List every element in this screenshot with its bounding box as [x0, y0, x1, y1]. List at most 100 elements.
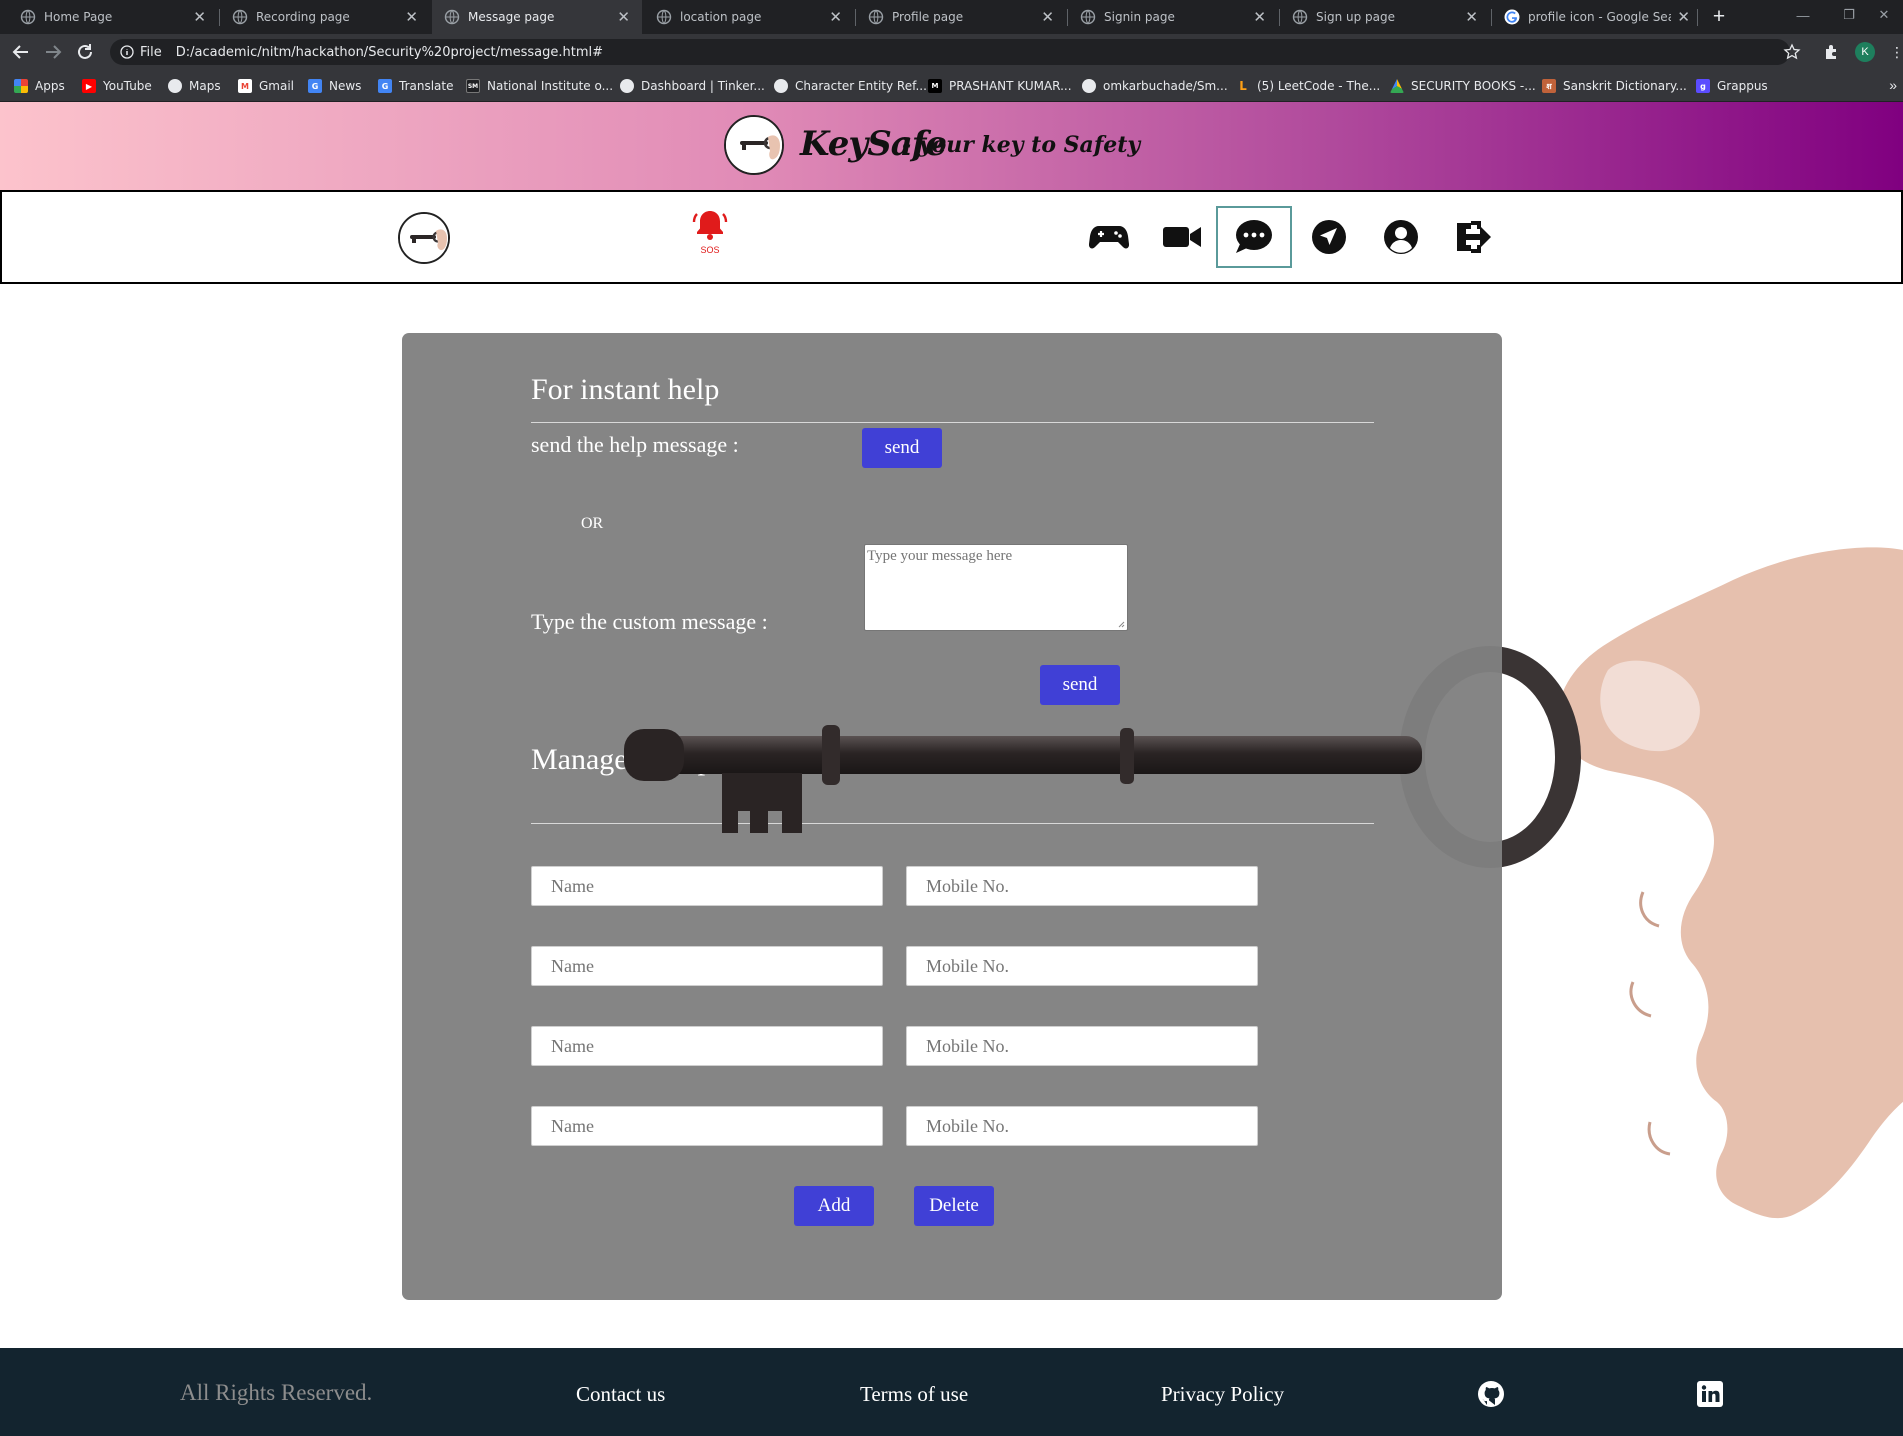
browser-tab-google-search[interactable]: profile icon - Google Search ✕	[1492, 0, 1702, 34]
bookmark-maps[interactable]: Maps	[168, 70, 221, 102]
new-tab-plus-icon[interactable]: +	[1706, 0, 1732, 34]
browser-tab-signup[interactable]: Sign up page ✕	[1280, 0, 1490, 34]
custom-message-textarea[interactable]: Type your message here	[864, 544, 1128, 631]
sos-label: SOS	[700, 245, 720, 255]
key-in-hand-icon	[726, 117, 782, 173]
terms-of-use-link[interactable]: Terms of use	[860, 1382, 968, 1407]
browser-tab-recording[interactable]: Recording page ✕	[220, 0, 430, 34]
page-viewport: KeySafe - your key to Safety SOS For ins…	[0, 102, 1903, 1436]
drive-icon	[1390, 79, 1404, 93]
gamepad-icon	[1089, 226, 1129, 249]
youtube-icon: ▶	[82, 79, 96, 93]
nav-recording[interactable]	[1157, 212, 1207, 262]
forward-arrow-icon[interactable]	[42, 41, 64, 63]
address-bar[interactable]: File D:/academic/nitm/hackathon/Security…	[110, 39, 1790, 65]
tab-title: profile icon - Google Search	[1528, 10, 1672, 24]
bookmark-tinkercad[interactable]: Dashboard | Tinker...	[620, 70, 765, 102]
nav-games[interactable]	[1084, 212, 1134, 262]
bookmark-translate[interactable]: G Translate	[378, 70, 454, 102]
contact-us-link[interactable]: Contact us	[576, 1382, 665, 1407]
contact-mobile-input[interactable]: Mobile No.	[906, 1106, 1258, 1146]
medium-icon: M	[928, 79, 942, 93]
bookmark-github[interactable]: omkarbuchade/Sm...	[1082, 70, 1228, 102]
section-divider	[531, 823, 1374, 824]
bookmark-label: Gmail	[259, 79, 295, 93]
bookmark-medium[interactable]: M PRASHANT KUMAR...	[928, 70, 1072, 102]
tab-title: Home Page	[44, 10, 113, 24]
close-tab-icon[interactable]: ✕	[1253, 8, 1266, 26]
nav-logout[interactable]	[1448, 212, 1498, 262]
extensions-puzzle-icon[interactable]	[1823, 43, 1841, 61]
github-icon[interactable]	[1477, 1380, 1505, 1408]
browser-tab-profile[interactable]: Profile page ✕	[856, 0, 1066, 34]
reload-icon[interactable]	[74, 41, 96, 63]
linkedin-icon[interactable]	[1696, 1380, 1724, 1408]
close-tab-icon[interactable]: ✕	[617, 8, 630, 26]
send-custom-button[interactable]: send	[1040, 665, 1120, 705]
browser-tab-home[interactable]: Home Page ✕	[8, 0, 218, 34]
contact-name-input[interactable]: Name	[531, 1026, 883, 1066]
close-tab-icon[interactable]: ✕	[829, 8, 842, 26]
bookmark-label: Maps	[189, 79, 221, 93]
dictionary-icon: श	[1542, 79, 1556, 93]
back-arrow-icon[interactable]	[10, 41, 32, 63]
bookmark-gmail[interactable]: M Gmail	[238, 70, 294, 102]
close-tab-icon[interactable]: ✕	[1677, 8, 1690, 26]
contact-name-input[interactable]: Name	[531, 946, 883, 986]
sos-button[interactable]: SOS	[692, 208, 728, 255]
close-tab-icon[interactable]: ✕	[193, 8, 206, 26]
bookmark-label: Translate	[399, 79, 454, 93]
bookmark-label: Apps	[35, 79, 65, 93]
close-tab-icon[interactable]: ✕	[1465, 8, 1478, 26]
grappus-icon: g	[1696, 79, 1710, 93]
minimize-icon[interactable]: —	[1780, 0, 1826, 30]
bookmarks-overflow-icon[interactable]: »	[1889, 77, 1897, 93]
contact-mobile-input[interactable]: Mobile No.	[906, 946, 1258, 986]
bookmark-label: Character Entity Ref...	[795, 79, 927, 93]
site-footer: All Rights Reserved. Contact us Terms of…	[0, 1348, 1903, 1436]
delete-contact-button[interactable]: Delete	[914, 1186, 994, 1226]
browser-tab-message[interactable]: Message page ✕	[432, 0, 642, 34]
location-arrow-icon	[1312, 220, 1346, 254]
resize-grip-icon[interactable]	[1117, 620, 1125, 628]
bookmark-youtube[interactable]: ▶ YouTube	[82, 70, 152, 102]
close-window-icon[interactable]: ✕	[1865, 0, 1903, 30]
bookmark-leetcode[interactable]: ᒪ (5) LeetCode - The...	[1236, 70, 1380, 102]
profile-avatar[interactable]: K	[1855, 42, 1875, 62]
menu-kebab-icon[interactable]: ⋮	[1890, 44, 1903, 61]
close-tab-icon[interactable]: ✕	[1041, 8, 1054, 26]
browser-tab-location[interactable]: location page ✕	[644, 0, 854, 34]
browser-tab-signin[interactable]: Signin page ✕	[1068, 0, 1278, 34]
globe-icon	[1292, 9, 1308, 25]
send-help-button[interactable]: send	[862, 428, 942, 468]
add-contact-button[interactable]: Add	[794, 1186, 874, 1226]
contact-mobile-input[interactable]: Mobile No.	[906, 1026, 1258, 1066]
nav-location[interactable]	[1304, 212, 1354, 262]
bookmarks-bar: Apps ▶ YouTube Maps M Gmail G News G Transla…	[0, 70, 1903, 102]
bookmark-sanskrit[interactable]: श Sanskrit Dictionary...	[1542, 70, 1687, 102]
contact-name-input[interactable]: Name	[531, 866, 883, 906]
bookmark-star-icon[interactable]	[1783, 43, 1801, 61]
info-icon[interactable]	[120, 45, 134, 59]
tab-title: Message page	[468, 10, 555, 24]
nav-home-logo[interactable]	[398, 212, 450, 264]
bookmark-label: National Institute o...	[487, 79, 614, 93]
key-logo	[724, 115, 784, 175]
bookmark-security-books[interactable]: SECURITY BOOKS -...	[1390, 70, 1536, 102]
nav-profile[interactable]	[1376, 212, 1426, 262]
bookmark-entity-ref[interactable]: Character Entity Ref...	[774, 70, 927, 102]
help-message-label: send the help message :	[531, 432, 739, 457]
bookmark-apps[interactable]: Apps	[14, 70, 65, 102]
url-text[interactable]: D:/academic/nitm/hackathon/Security%20pr…	[176, 45, 603, 60]
tab-title: Signin page	[1104, 10, 1175, 24]
contact-mobile-input[interactable]: Mobile No.	[906, 866, 1258, 906]
bookmark-nit[interactable]: SM National Institute o...	[466, 70, 613, 102]
close-tab-icon[interactable]: ✕	[405, 8, 418, 26]
tab-title: Profile page	[892, 10, 964, 24]
contacts-title: Manage your preference contacts:	[531, 743, 939, 776]
bookmark-news[interactable]: G News	[308, 70, 361, 102]
nav-message[interactable]	[1216, 206, 1292, 268]
privacy-policy-link[interactable]: Privacy Policy	[1161, 1382, 1284, 1407]
contact-name-input[interactable]: Name	[531, 1106, 883, 1146]
bookmark-grappus[interactable]: g Grappus	[1696, 70, 1768, 102]
